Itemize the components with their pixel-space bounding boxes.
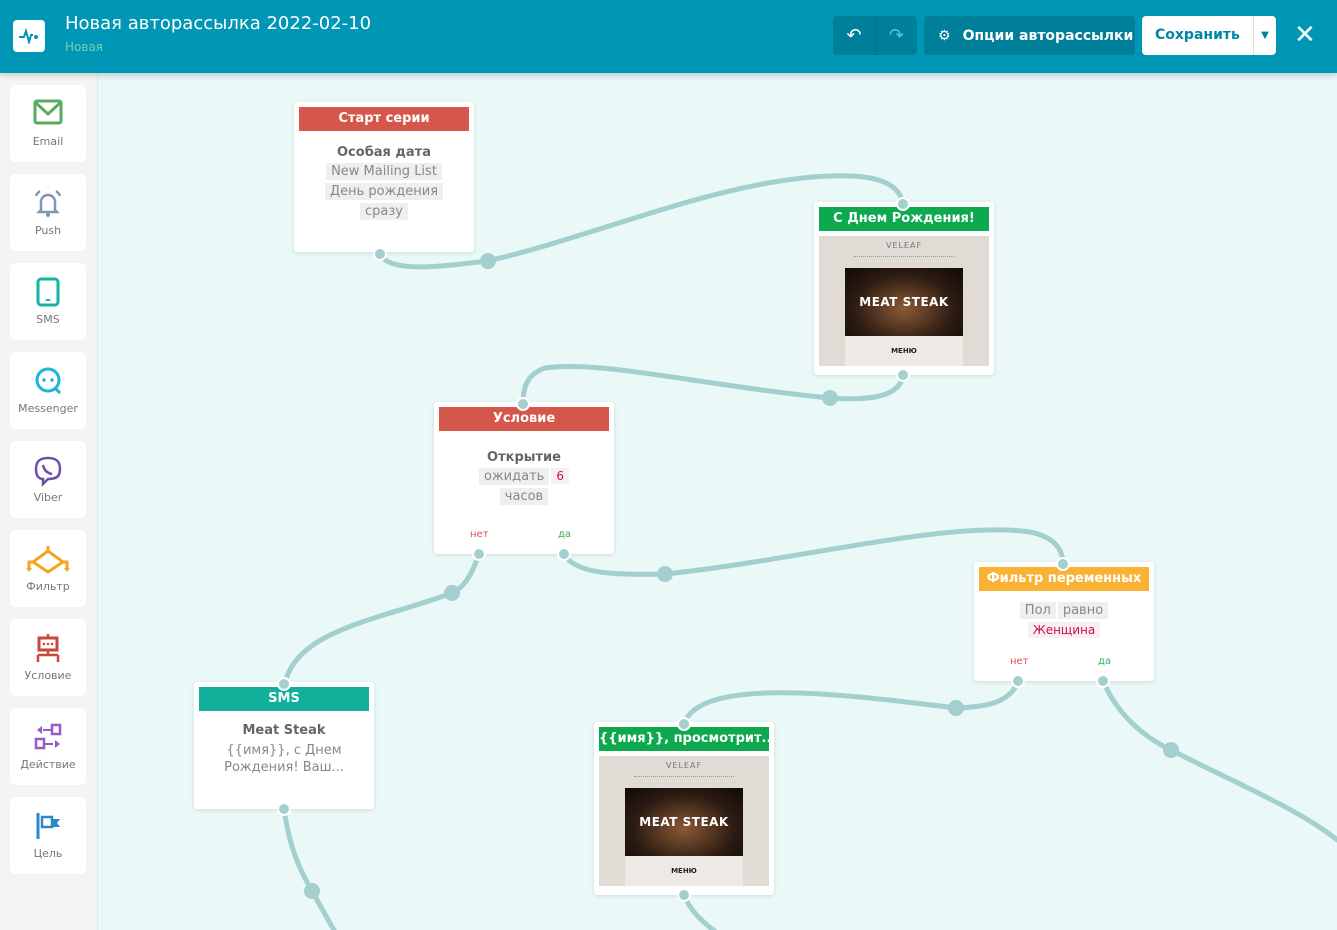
chip: равно [1057, 602, 1109, 619]
node-condition[interactable]: Условие Открытие ожидать 6 часов нет да [434, 402, 614, 554]
email-preview: VELEAF MEAT STEAK МЕНЮ [819, 236, 989, 366]
node-title: Особая дата [337, 145, 431, 160]
connector-handle[interactable] [304, 883, 320, 899]
connector-handle[interactable] [948, 700, 964, 716]
history-group: ↶ ↷ [833, 16, 917, 55]
page-title: Новая авторассылка 2022-02-10 [65, 13, 372, 34]
output-port[interactable] [373, 247, 387, 261]
output-port-no[interactable] [1011, 674, 1025, 688]
preview-menu: МЕНЮ [625, 856, 743, 886]
top-bar: Новая авторассылка 2022-02-10 Новая ↶ ↷ ⚙… [0, 0, 1337, 73]
node-title: Открытие [487, 450, 561, 465]
connector-handle[interactable] [657, 566, 673, 582]
status-label: Новая [65, 40, 104, 54]
branch-yes-label: да [1098, 656, 1112, 667]
node-start[interactable]: Старт серии Особая дата New Mailing List… [294, 102, 474, 252]
branch-yes-label: да [558, 529, 572, 540]
email-preview: VELEAF MEAT STEAK МЕНЮ [599, 756, 769, 886]
node-email-view[interactable]: {{имя}}, просмотрит... VELEAF MEAT STEAK… [594, 722, 774, 895]
chip: сразу [360, 203, 408, 220]
chevron-down-icon[interactable]: ▼ [1254, 30, 1276, 41]
chip-value: 6 [551, 468, 569, 484]
connector-condition-no-sms [281, 553, 482, 691]
input-port[interactable] [677, 717, 691, 731]
chip-value: Женщина [1027, 622, 1101, 638]
connector-handle[interactable] [822, 390, 838, 406]
connector-handle[interactable] [1163, 742, 1179, 758]
preview-menu: МЕНЮ [845, 336, 963, 366]
connector-filter-no-email [681, 679, 1021, 726]
chip: Пол [1019, 602, 1056, 619]
output-port-yes[interactable] [557, 547, 571, 561]
output-port-no[interactable] [472, 547, 486, 561]
connector-filter-yes [1100, 679, 1337, 843]
output-port-yes[interactable] [1096, 674, 1110, 688]
chip: ожидать [479, 468, 550, 485]
gear-icon: ⚙ [938, 27, 951, 44]
node-sms[interactable]: SMS Meat Steak {{имя}}, с Днем Рождения!… [194, 682, 374, 809]
input-port[interactable] [1056, 557, 1070, 571]
redo-icon[interactable]: ↷ [875, 16, 917, 55]
output-port[interactable] [896, 368, 910, 382]
connector-handle[interactable] [480, 253, 496, 269]
node-filter[interactable]: Фильтр переменных Пол равно Женщина нет д… [974, 562, 1154, 681]
node-email-birthday[interactable]: С Днем Рождения! VELEAF MEAT STEAK МЕНЮ [814, 202, 994, 375]
sms-text: {{имя}}, с Днем Рождения! Ваш... [224, 743, 344, 775]
node-header: Старт серии [299, 107, 469, 131]
input-port[interactable] [516, 397, 530, 411]
undo-icon[interactable]: ↶ [833, 16, 875, 55]
options-label: Опции авторассылки [962, 27, 1134, 44]
preview-hero: MEAT STEAK [625, 788, 743, 856]
branch-no-label: нет [1010, 656, 1029, 667]
connector-sms-next [281, 808, 337, 930]
options-button[interactable]: ⚙ Опции авторассылки [924, 16, 1135, 55]
input-port[interactable] [896, 197, 910, 211]
close-icon[interactable]: ✕ [1294, 20, 1316, 50]
app-logo [13, 20, 45, 52]
save-button[interactable]: Сохранить [1142, 16, 1254, 55]
save-button-group: Сохранить ▼ [1142, 16, 1276, 55]
preview-hero: MEAT STEAK [845, 268, 963, 336]
branch-no-label: нет [470, 529, 489, 540]
output-port[interactable] [277, 802, 291, 816]
output-port[interactable] [677, 888, 691, 902]
node-title: Meat Steak [242, 723, 326, 738]
connector-email-next [681, 894, 718, 930]
input-port[interactable] [277, 677, 291, 691]
connector-handle[interactable] [444, 585, 460, 601]
chip: New Mailing List [326, 163, 442, 180]
chip: День рождения [324, 183, 444, 200]
preview-brand: VELEAF [665, 761, 703, 770]
chip: часов [499, 488, 549, 505]
preview-brand: VELEAF [885, 241, 923, 250]
